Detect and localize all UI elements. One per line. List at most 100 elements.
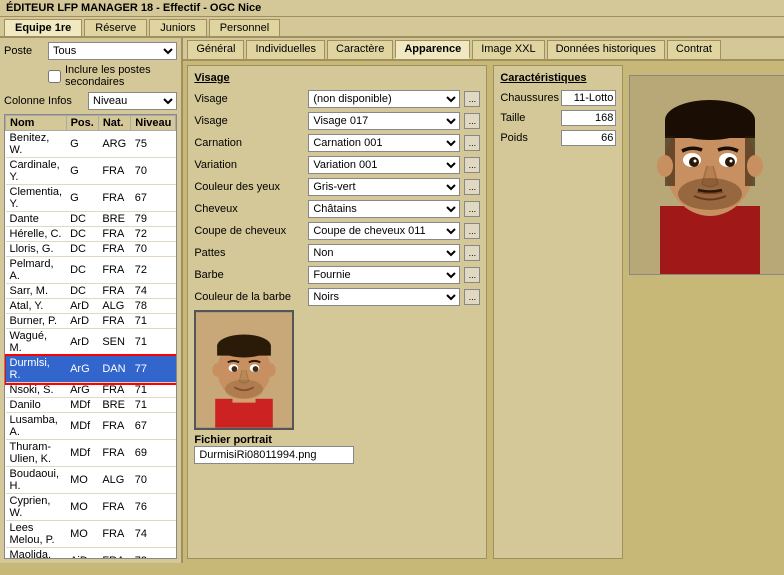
tab-apparence[interactable]: Apparence	[395, 40, 470, 59]
player-pos: ArD	[66, 329, 98, 356]
table-row[interactable]: Boudaoui, H.MOALG70	[6, 467, 176, 494]
caract-input-0[interactable]	[561, 90, 616, 106]
visage-field-btn-8[interactable]: ...	[464, 267, 480, 283]
visage-field-btn-6[interactable]: ...	[464, 223, 480, 239]
col-niveau: Niveau	[131, 116, 176, 131]
tab-personnel[interactable]: Personnel	[209, 19, 281, 36]
caract-input-1[interactable]	[561, 110, 616, 126]
visage-field-label-1: Visage	[194, 115, 304, 127]
table-row[interactable]: Hérelle, C.DCFRA72	[6, 227, 176, 242]
player-nom: Benitez, W.	[6, 131, 67, 158]
table-row[interactable]: Lusamba, A.MDfFRA67	[6, 413, 176, 440]
tab-donnees-historiques[interactable]: Données historiques	[547, 40, 665, 59]
big-face-portrait	[629, 75, 784, 275]
player-nat: ALG	[98, 299, 130, 314]
visage-field-select-6[interactable]: Coupe de cheveux 011	[308, 222, 460, 240]
visage-field-btn-3[interactable]: ...	[464, 157, 480, 173]
caract-input-2[interactable]	[561, 130, 616, 146]
visage-field-select-2[interactable]: Carnation 001	[308, 134, 460, 152]
col-nat: Nat.	[98, 116, 130, 131]
player-pos: DC	[66, 242, 98, 257]
player-niveau: 67	[131, 185, 176, 212]
visage-field-row-0: Visage (non disponible)...	[194, 90, 480, 108]
right-tabs: Général Individuelles Caractère Apparenc…	[183, 38, 784, 61]
visage-field-select-1[interactable]: Visage 017	[308, 112, 460, 130]
visage-field-select-4[interactable]: Gris-vert	[308, 178, 460, 196]
visage-field-btn-7[interactable]: ...	[464, 245, 480, 261]
visage-field-label-0: Visage	[194, 93, 304, 105]
visage-field-btn-4[interactable]: ...	[464, 179, 480, 195]
player-niveau: 70	[131, 467, 176, 494]
table-row[interactable]: Wagué, M.ArDSEN71	[6, 329, 176, 356]
table-row[interactable]: Lees Melou, P.MOFRA74	[6, 521, 176, 548]
tab-individuelles[interactable]: Individuelles	[246, 40, 325, 59]
tab-contrat[interactable]: Contrat	[667, 40, 721, 59]
player-nom: Maolida, M.	[6, 548, 67, 560]
include-row: Inclure les postes secondaires	[4, 64, 177, 88]
poste-select[interactable]: Tous	[48, 42, 177, 60]
tab-equipe-1re[interactable]: Equipe 1re	[4, 19, 82, 36]
caract-field-row-1: Taille	[500, 110, 616, 126]
visage-field-select-7[interactable]: Non	[308, 244, 460, 262]
player-nom: Lusamba, A.	[6, 413, 67, 440]
table-row[interactable]: Lloris, G.DCFRA70	[6, 242, 176, 257]
table-row[interactable]: Cyprien, W.MOFRA76	[6, 494, 176, 521]
include-checkbox[interactable]	[48, 70, 61, 83]
player-nat: FRA	[98, 185, 130, 212]
player-nom: Cyprien, W.	[6, 494, 67, 521]
visage-field-label-4: Couleur des yeux	[194, 181, 304, 193]
tab-image-xxl[interactable]: Image XXL	[472, 40, 544, 59]
visage-field-select-0[interactable]: (non disponible)	[308, 90, 460, 108]
player-niveau: 71	[131, 329, 176, 356]
visage-field-select-9[interactable]: Noirs	[308, 288, 460, 306]
table-row[interactable]: DanteDCBRE79	[6, 212, 176, 227]
portrait-box	[194, 310, 294, 430]
player-nat: FRA	[98, 284, 130, 299]
tab-juniors[interactable]: Juniors	[149, 19, 206, 36]
table-row[interactable]: Burner, P.ArDFRA71	[6, 314, 176, 329]
visage-field-select-5[interactable]: Châtains	[308, 200, 460, 218]
table-row[interactable]: Atal, Y.ArDALG78	[6, 299, 176, 314]
table-row[interactable]: Clementia, Y.GFRA67	[6, 185, 176, 212]
player-nom: Lloris, G.	[6, 242, 67, 257]
visage-field-btn-5[interactable]: ...	[464, 201, 480, 217]
caract-fields: ChaussuresTaillePoids	[500, 90, 616, 146]
player-pos: G	[66, 131, 98, 158]
player-niveau: 71	[131, 398, 176, 413]
player-pos: MDf	[66, 440, 98, 467]
table-row[interactable]: Maolida, M.AiDFRA73	[6, 548, 176, 560]
visage-field-btn-0[interactable]: ...	[464, 91, 480, 107]
table-row[interactable]: Nsoki, S.ArGFRA71	[6, 383, 176, 398]
player-pos: ArD	[66, 314, 98, 329]
visage-field-btn-2[interactable]: ...	[464, 135, 480, 151]
player-table: Nom Pos. Nat. Niveau Benitez, W.GARG75Ca…	[4, 114, 177, 559]
tab-general[interactable]: Général	[187, 40, 244, 59]
player-pos: ArD	[66, 299, 98, 314]
visage-field-btn-1[interactable]: ...	[464, 113, 480, 129]
portrait-label: Fichier portrait	[194, 434, 272, 446]
appearance-content: Visage Visage(non disponible)...VisageVi…	[183, 61, 784, 563]
player-pos: DC	[66, 284, 98, 299]
poste-filter-row: Poste Tous	[4, 42, 177, 60]
tab-caractere[interactable]: Caractère	[327, 40, 393, 59]
visage-field-btn-9[interactable]: ...	[464, 289, 480, 305]
player-nat: FRA	[98, 548, 130, 560]
player-nat: FRA	[98, 314, 130, 329]
tab-reserve[interactable]: Réserve	[84, 19, 147, 36]
table-row[interactable]: Durmlsi, R.ArGDAN77	[6, 356, 176, 383]
player-niveau: 74	[131, 284, 176, 299]
player-nom: Atal, Y.	[6, 299, 67, 314]
visage-field-row-4: Couleur des yeux Gris-vert...	[194, 178, 480, 196]
player-nat: FRA	[98, 494, 130, 521]
player-niveau: 79	[131, 212, 176, 227]
table-row[interactable]: DaniloMDfBRE71	[6, 398, 176, 413]
table-row[interactable]: Pelmard, A.DCFRA72	[6, 257, 176, 284]
table-row[interactable]: Sarr, M.DCFRA74	[6, 284, 176, 299]
table-row[interactable]: Benitez, W.GARG75	[6, 131, 176, 158]
player-nom: Hérelle, C.	[6, 227, 67, 242]
table-row[interactable]: Thuram-Ulien, K.MDfFRA69	[6, 440, 176, 467]
colonne-select[interactable]: Niveau	[88, 92, 177, 110]
visage-field-select-3[interactable]: Variation 001	[308, 156, 460, 174]
table-row[interactable]: Cardinale, Y.GFRA70	[6, 158, 176, 185]
visage-field-select-8[interactable]: Fournie	[308, 266, 460, 284]
